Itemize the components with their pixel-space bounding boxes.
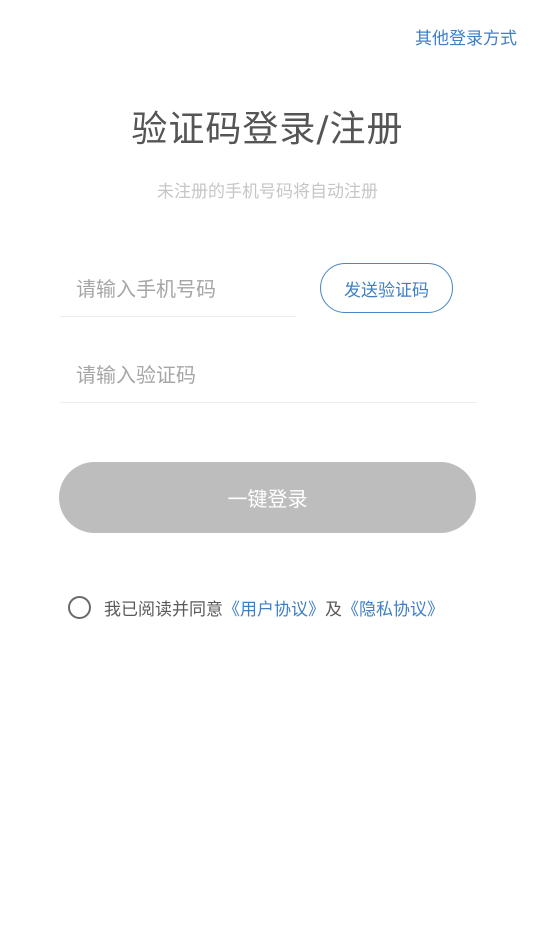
one-click-login-button[interactable]: 一键登录 (59, 462, 476, 533)
page-subtitle: 未注册的手机号码将自动注册 (157, 182, 378, 202)
privacy-policy-link[interactable]: 《隐私协议》 (342, 600, 444, 620)
send-code-button[interactable]: 发送验证码 (320, 263, 453, 313)
agreement-text: 我已阅读并同意《用户协议》及《隐私协议》 (104, 595, 444, 620)
agreement-prefix: 我已阅读并同意 (104, 599, 223, 620)
phone-number-input[interactable] (60, 262, 296, 317)
user-agreement-link[interactable]: 《用户协议》 (223, 600, 325, 620)
agreement-row: 我已阅读并同意《用户协议》及《隐私协议》 (68, 593, 444, 621)
verification-code-input[interactable] (60, 347, 477, 403)
page-title: 验证码登录/注册 (131, 109, 404, 150)
other-login-methods-link[interactable]: 其他登录方式 (415, 24, 517, 49)
agreement-checkbox[interactable] (68, 595, 91, 619)
agreement-conjunction: 及 (325, 599, 342, 620)
